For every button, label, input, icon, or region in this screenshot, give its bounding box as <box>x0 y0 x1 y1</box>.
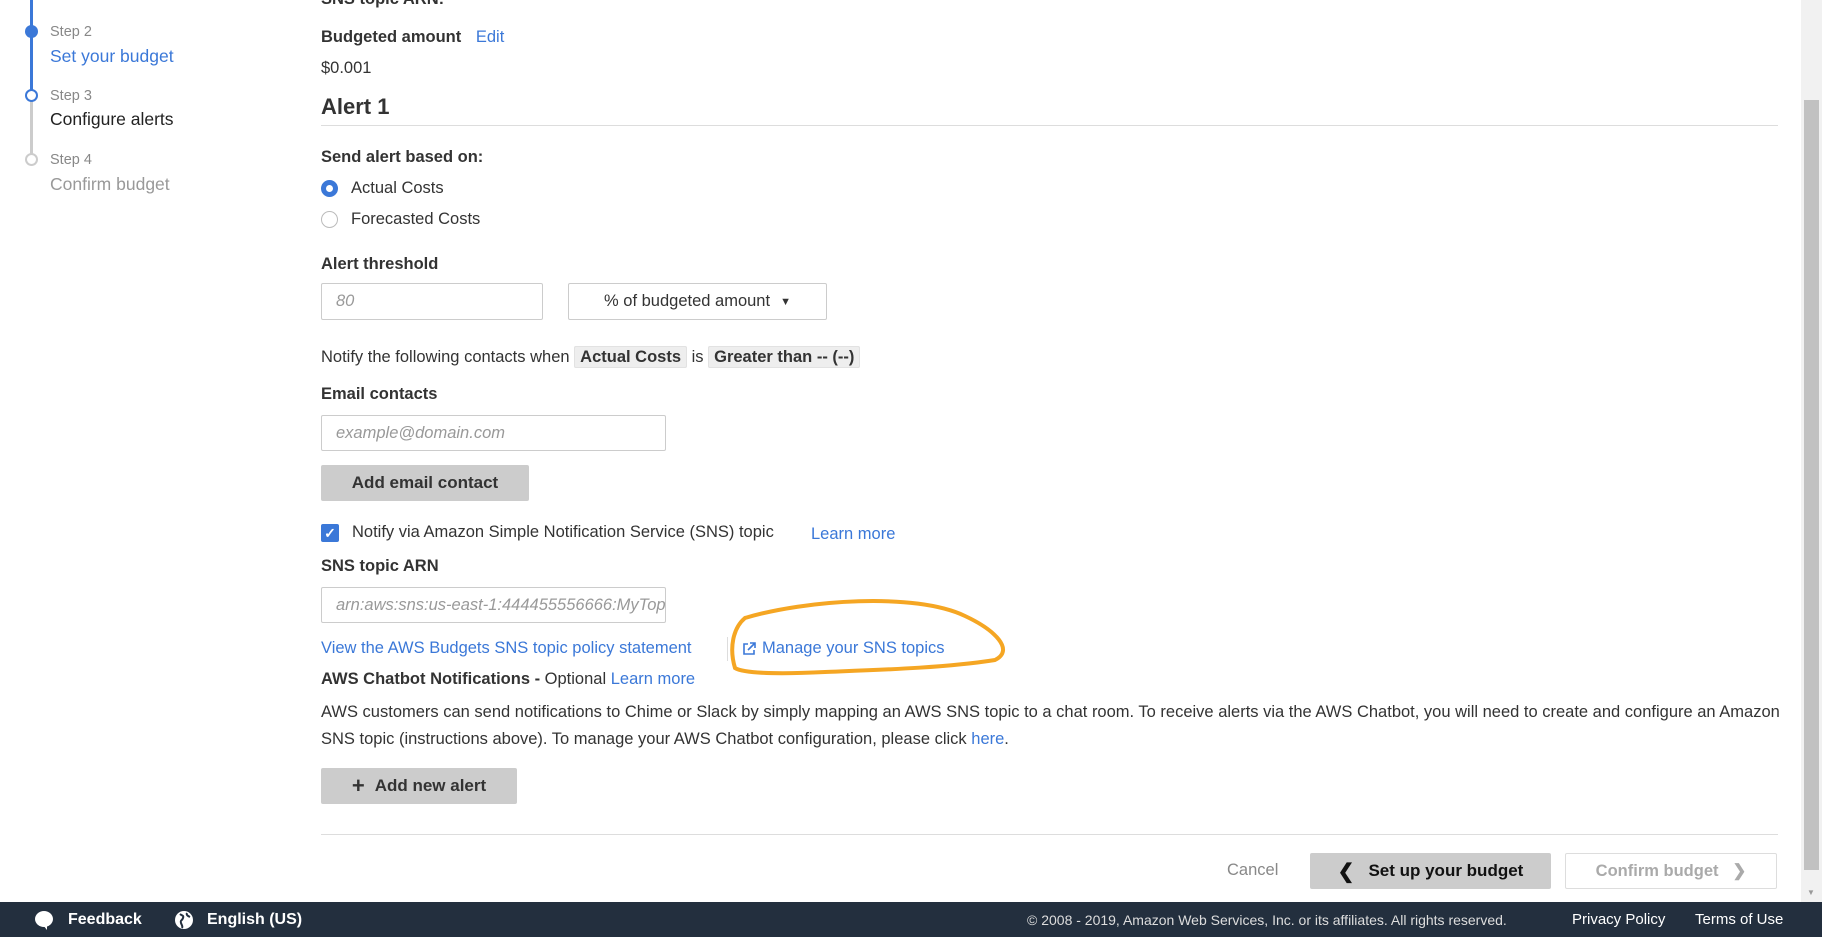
step-dot-current <box>25 89 38 102</box>
divider <box>321 125 1778 126</box>
radio-actual-costs[interactable] <box>321 180 338 197</box>
add-new-alert-button[interactable]: + Add new alert <box>321 768 517 804</box>
notify-condition: Notify the following contacts when Actua… <box>321 346 861 368</box>
budgeted-amount-value: $0.001 <box>321 59 372 77</box>
radio-forecasted-costs[interactable] <box>321 211 338 228</box>
budgeted-amount-label: Budgeted amount <box>321 28 462 46</box>
footer: Feedback English (US) © 2008 - 2019, Ama… <box>0 902 1822 937</box>
sns-checkbox-label: Notify via Amazon Simple Notification Se… <box>352 523 774 541</box>
sns-learn-more-link[interactable]: Learn more <box>811 525 895 544</box>
step-3-title: Configure alerts <box>50 109 174 129</box>
sns-policy-link[interactable]: View the AWS Budgets SNS topic policy st… <box>321 639 692 658</box>
privacy-policy-link[interactable]: Privacy Policy <box>1572 911 1665 928</box>
feedback-bubble-icon <box>34 910 54 935</box>
back-set-up-budget-button[interactable]: ❮ Set up your budget <box>1310 853 1551 889</box>
threshold-unit-value: % of budgeted amount <box>604 292 771 310</box>
threshold-input[interactable]: 80 <box>321 283 543 320</box>
radio-forecasted-costs-label: Forecasted Costs <box>351 210 481 228</box>
threshold-unit-select[interactable]: % of budgeted amount ▼ <box>568 283 827 320</box>
condition-tag-costs: Actual Costs <box>574 346 688 368</box>
plus-icon: + <box>351 773 365 798</box>
chatbot-learn-more-link[interactable]: Learn more <box>611 670 695 688</box>
step-2-label: Step 2 <box>50 24 92 40</box>
scrollbar[interactable]: ▼ <box>1801 0 1822 902</box>
alert-title: Alert 1 <box>321 94 390 119</box>
orange-annotation-circle <box>730 599 1005 676</box>
sns-topic-heading-cut: SNS topic ARN: <box>321 0 444 9</box>
chatbot-heading: AWS Chatbot Notifications - Optional Lea… <box>321 670 696 688</box>
confirm-budget-button[interactable]: Confirm budget ❯ <box>1565 853 1777 889</box>
globe-icon <box>174 910 194 935</box>
chatbot-description: AWS customers can send notifications to … <box>321 703 1780 748</box>
step-4-label: Step 4 <box>50 152 92 168</box>
divider <box>321 834 1778 835</box>
email-contacts-label: Email contacts <box>321 385 438 403</box>
edit-budget-link[interactable]: Edit <box>476 28 504 46</box>
scroll-down-arrow-icon[interactable]: ▼ <box>1807 888 1815 897</box>
scrollbar-thumb[interactable] <box>1804 100 1819 870</box>
terms-of-use-link[interactable]: Terms of Use <box>1695 911 1783 928</box>
copyright: © 2008 - 2019, Amazon Web Services, Inc.… <box>1027 912 1507 928</box>
threshold-label: Alert threshold <box>321 255 439 273</box>
step-dot-done <box>25 25 38 38</box>
caret-down-icon: ▼ <box>780 295 791 308</box>
chevron-right-icon: ❯ <box>1732 862 1747 880</box>
email-input[interactable]: example@domain.com <box>321 415 666 451</box>
step-2-title[interactable]: Set your budget <box>50 46 174 67</box>
feedback-link[interactable]: Feedback <box>68 911 142 929</box>
send-alert-label: Send alert based on: <box>321 148 484 166</box>
chevron-left-icon: ❮ <box>1337 860 1355 883</box>
sns-arn-label: SNS topic ARN <box>321 557 439 575</box>
step-4-title: Confirm budget <box>50 174 170 194</box>
add-email-contact-button[interactable]: Add email contact <box>321 465 529 501</box>
cancel-button[interactable]: Cancel <box>1227 861 1278 880</box>
condition-tag-threshold: Greater than -- (--) <box>708 346 861 368</box>
radio-actual-costs-label: Actual Costs <box>351 179 444 197</box>
sns-arn-input[interactable]: arn:aws:sns:us-east-1:444455556666:MyTop… <box>321 587 666 623</box>
step-line-done <box>30 0 33 95</box>
step-dot-upcoming <box>25 153 38 166</box>
language-selector[interactable]: English (US) <box>207 911 302 929</box>
step-3-label: Step 3 <box>50 88 92 104</box>
step-line-pending <box>30 95 33 159</box>
chatbot-here-link[interactable]: here <box>971 730 1004 748</box>
sns-checkbox[interactable]: ✓ <box>321 524 339 542</box>
